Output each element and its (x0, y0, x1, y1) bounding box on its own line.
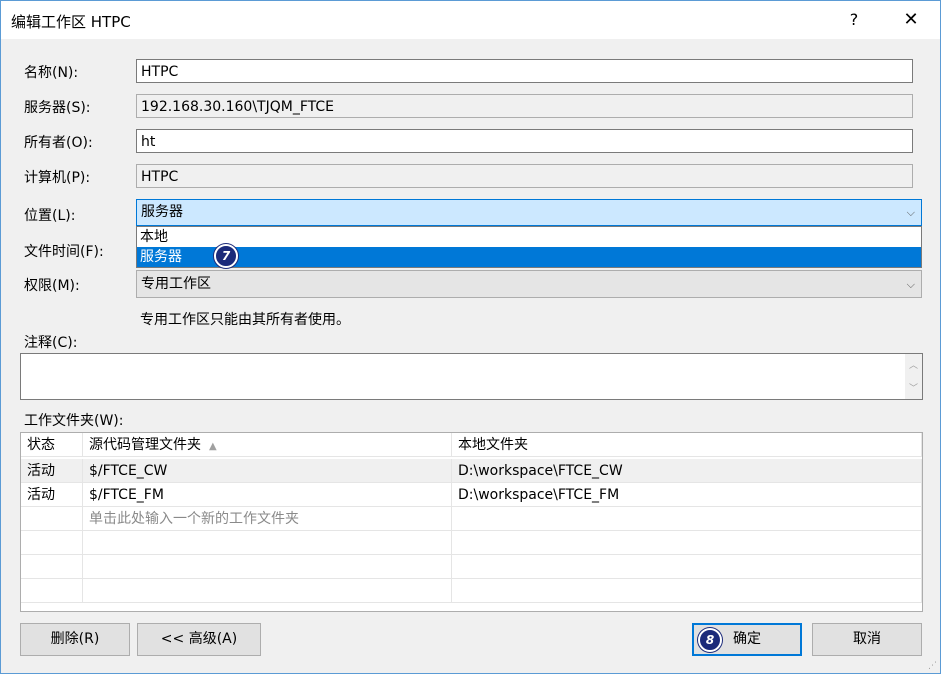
table-row[interactable]: 活动 $/FTCE_FM D:\workspace\FTCE_FM (21, 483, 922, 507)
server-label: 服务器(S): (24, 100, 91, 116)
empty-cell (83, 579, 452, 603)
scroll-up-icon[interactable]: ︿ (905, 358, 922, 371)
table-row[interactable]: 活动 $/FTCE_CW D:\workspace\FTCE_CW (21, 459, 922, 483)
computer-field: HTPC (136, 164, 913, 188)
location-selected-value: 服务器 (141, 204, 183, 220)
owner-field[interactable]: ht (136, 129, 913, 153)
edit-workspace-dialog: 编辑工作区 HTPC ? ✕ 名称(N): HTPC 服务器(S): 192.1… (0, 0, 941, 674)
location-label: 位置(L): (24, 208, 76, 224)
location-combobox[interactable]: 服务器 ⌵ (136, 199, 922, 226)
server-field: 192.168.30.160\TJQM_FTCE (136, 94, 913, 118)
name-label: 名称(N): (24, 65, 79, 81)
empty-row (21, 531, 922, 555)
working-folders-label: 工作文件夹(W): (24, 413, 124, 429)
location-option-local[interactable]: 本地 (137, 227, 921, 247)
permission-combobox[interactable]: 专用工作区 ⌵ (136, 270, 922, 298)
file-time-label: 文件时间(F): (24, 244, 104, 260)
title-bar: 编辑工作区 HTPC ? ✕ (1, 1, 940, 39)
row-local-folder-cell: D:\workspace\FTCE_CW (452, 459, 922, 483)
permission-selected-value: 专用工作区 (141, 276, 211, 292)
row-local-folder-cell: D:\workspace\FTCE_FM (452, 483, 922, 507)
chevron-down-icon: ⌵ (906, 278, 915, 291)
owner-label: 所有者(O): (24, 135, 93, 151)
empty-cell (452, 507, 922, 531)
name-field[interactable]: HTPC (136, 59, 913, 83)
scroll-down-icon[interactable]: ﹀ (905, 381, 922, 394)
empty-cell (452, 579, 922, 603)
column-header-source-folder-label: 源代码管理文件夹 (89, 437, 201, 453)
empty-cell (452, 555, 922, 579)
row-source-folder-cell: $/FTCE_CW (83, 459, 452, 483)
column-header-local-folder[interactable]: 本地文件夹 (452, 433, 922, 457)
empty-cell (83, 531, 452, 555)
location-option-server[interactable]: 服务器 (137, 247, 921, 267)
sort-ascending-icon: ▲ (209, 441, 217, 452)
working-folders-grid: 状态 源代码管理文件夹 ▲ 本地文件夹 活动 $/FTCE_CW D:\works… (20, 432, 923, 612)
grid-header-row: 状态 源代码管理文件夹 ▲ 本地文件夹 (21, 433, 922, 457)
comment-textarea[interactable]: ︿ ﹀ (20, 353, 923, 400)
column-header-status[interactable]: 状态 (21, 433, 83, 457)
step-badge-8: 8 (698, 628, 722, 652)
chevron-down-icon: ⌵ (906, 206, 915, 219)
location-dropdown-list: 本地 服务器 (136, 226, 922, 268)
window-title: 编辑工作区 HTPC (11, 13, 131, 31)
resize-grip-icon[interactable]: ⋰ (928, 661, 938, 671)
cancel-button[interactable]: 取消 (812, 623, 922, 656)
delete-button[interactable]: 删除(R) (20, 623, 130, 656)
empty-row (21, 579, 922, 603)
empty-cell (83, 555, 452, 579)
comment-label: 注释(C): (24, 335, 78, 351)
row-source-folder-cell: $/FTCE_FM (83, 483, 452, 507)
help-button[interactable]: ? (839, 5, 869, 35)
empty-row (21, 555, 922, 579)
step-badge-7: 7 (214, 244, 238, 268)
permission-description: 专用工作区只能由其所有者使用。 (140, 312, 350, 328)
empty-cell (21, 507, 83, 531)
row-status-cell: 活动 (21, 459, 83, 483)
computer-label: 计算机(P): (24, 170, 91, 186)
permission-label: 权限(M): (24, 278, 80, 294)
empty-cell (21, 579, 83, 603)
row-status-cell: 活动 (21, 483, 83, 507)
empty-cell (21, 555, 83, 579)
comment-scrollbar[interactable]: ︿ ﹀ (905, 354, 922, 399)
new-folder-hint: 单击此处输入一个新的工作文件夹 (83, 507, 452, 531)
column-header-source-folder[interactable]: 源代码管理文件夹 ▲ (83, 433, 452, 457)
close-button[interactable]: ✕ (896, 5, 926, 35)
new-row[interactable]: 单击此处输入一个新的工作文件夹 (21, 507, 922, 531)
empty-cell (452, 531, 922, 555)
advanced-button[interactable]: << 高级(A) (137, 623, 261, 656)
empty-cell (21, 531, 83, 555)
